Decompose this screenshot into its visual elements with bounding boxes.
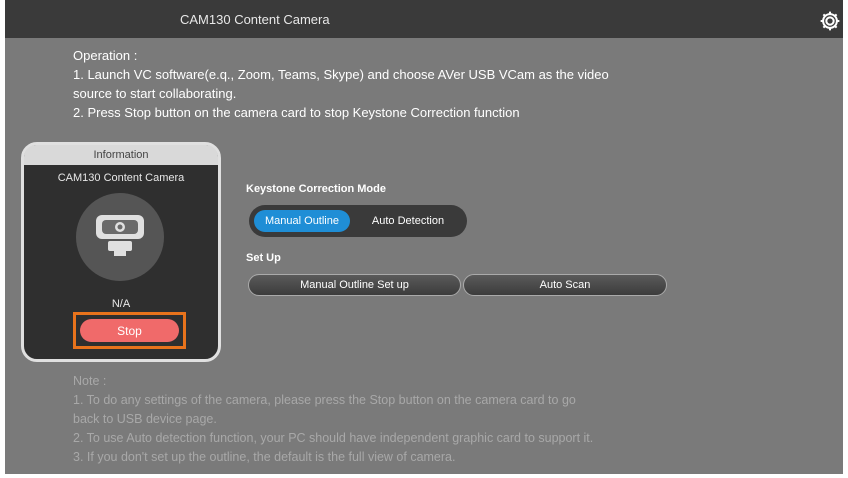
window-title: CAM130 Content Camera [180, 12, 330, 27]
information-tab[interactable]: Information [24, 145, 218, 165]
auto-detection-option[interactable]: Auto Detection [358, 210, 458, 232]
camera-card: Information CAM130 Content Camera N/A St… [21, 142, 221, 362]
note-heading: Note : [73, 374, 107, 388]
device-name: CAM130 Content Camera [57, 172, 185, 184]
note-line: 3. If you don't set up the outline, the … [73, 450, 456, 464]
manual-outline-option[interactable]: Manual Outline [254, 210, 350, 232]
operation-line: 2. Press Stop button on the camera card … [73, 105, 520, 120]
operation-instructions: Operation : 1. Launch VC software(e.q., … [73, 46, 609, 122]
auto-scan-button[interactable]: Auto Scan [463, 274, 667, 296]
title-bar: CAM130 Content Camera [5, 0, 843, 38]
operation-line: 1. Launch VC software(e.q., Zoom, Teams,… [73, 67, 609, 82]
keystone-mode-label: Keystone Correction Mode [246, 183, 386, 195]
manual-outline-setup-button[interactable]: Manual Outline Set up [248, 274, 461, 296]
note-line: 2. To use Auto detection function, your … [73, 431, 594, 445]
stop-button[interactable]: Stop [80, 319, 179, 342]
gear-icon[interactable] [819, 10, 841, 32]
note-line: back to USB device page. [73, 412, 217, 426]
stop-highlight: Stop [73, 312, 186, 349]
keystone-mode-toggle: Manual Outline Auto Detection [249, 205, 467, 237]
device-status: N/A [111, 298, 131, 310]
setup-label: Set Up [246, 252, 281, 264]
note-section: Note : 1. To do any settings of the came… [73, 372, 593, 467]
note-line: 1. To do any settings of the camera, ple… [73, 393, 576, 407]
operation-heading: Operation : [73, 48, 138, 63]
webcam-icon [76, 193, 164, 281]
app-window: CAM130 Content Camera Operation : 1. Lau… [5, 0, 843, 474]
operation-line: source to start collaborating. [73, 86, 237, 101]
